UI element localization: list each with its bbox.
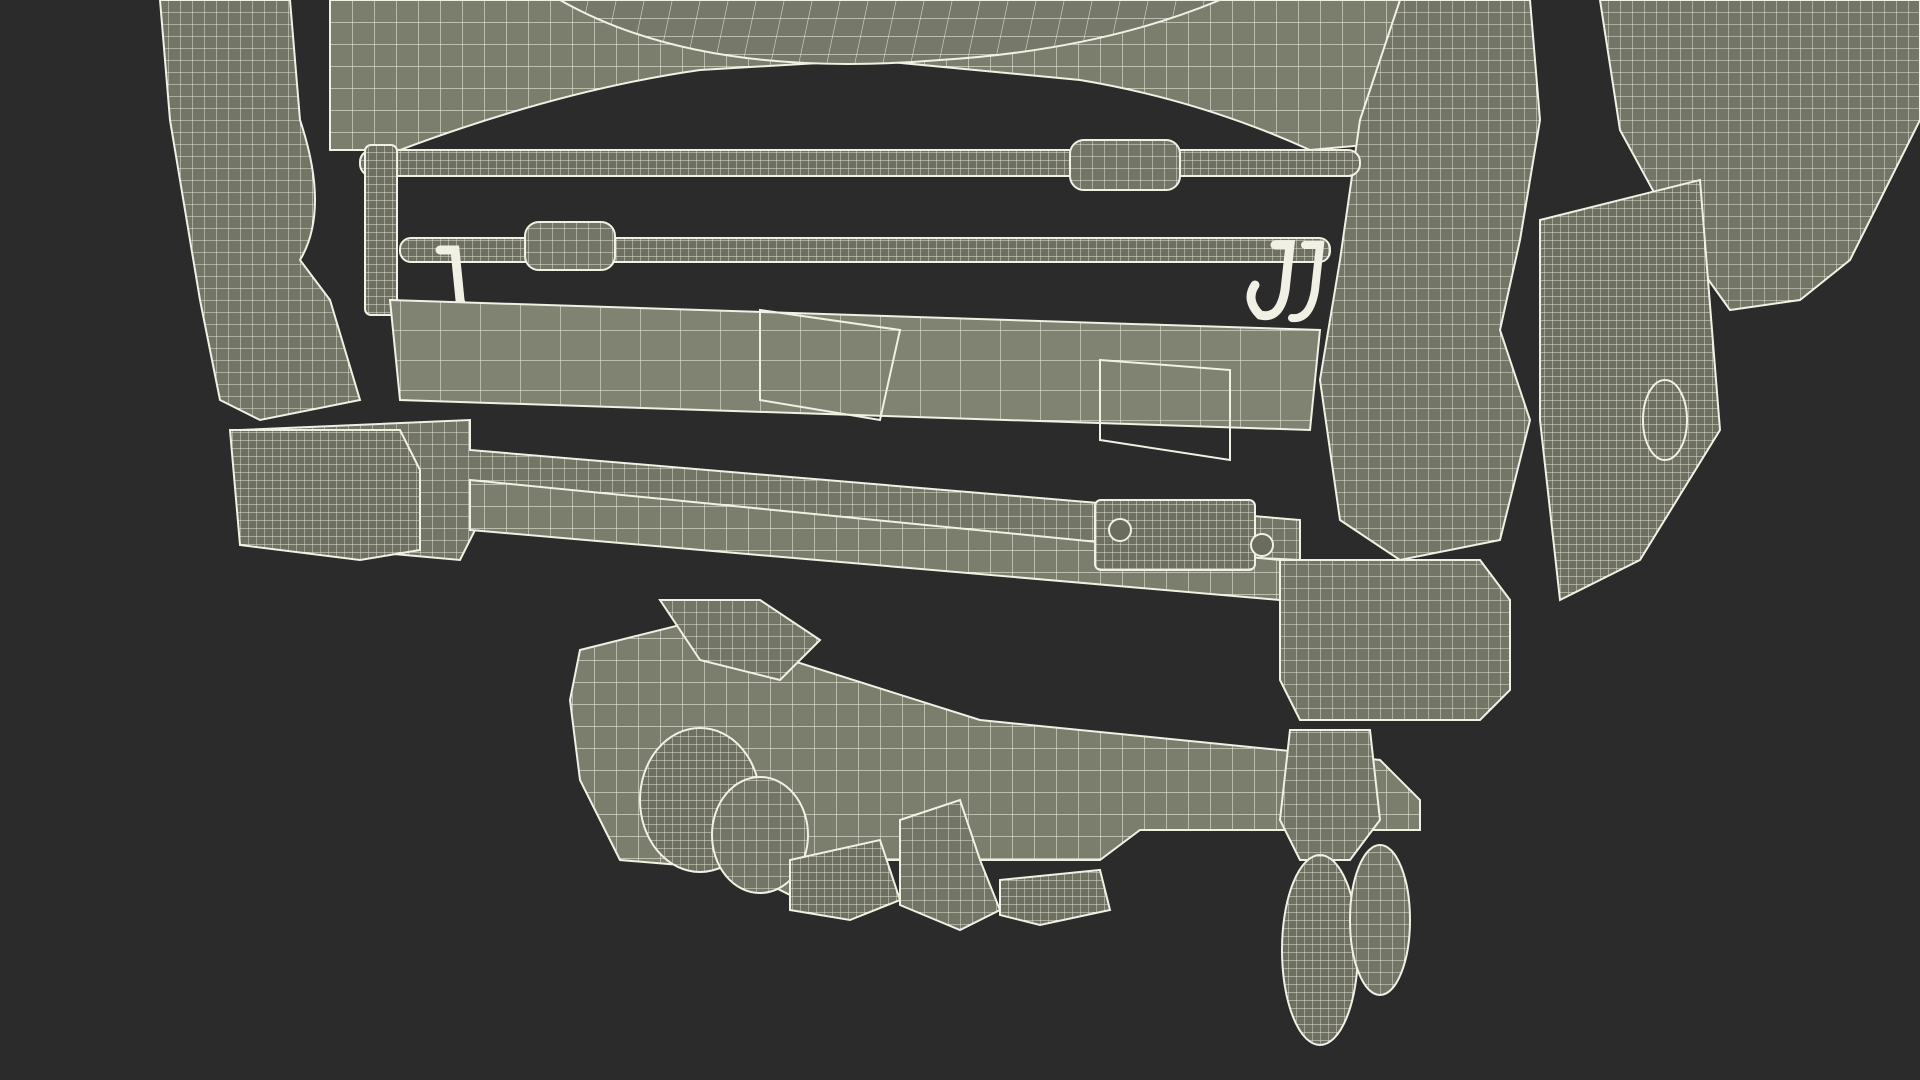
upper-rail-bar	[359, 149, 1361, 177]
render-viewport	[0, 0, 1920, 1080]
vertical-post	[364, 144, 398, 316]
upper-bar-clamp	[1069, 139, 1181, 191]
right-caster-housing	[1278, 729, 1382, 861]
lower-bar-clamp	[524, 221, 616, 271]
caster-wheel-right-icon	[1281, 854, 1359, 1046]
control-knob-left-icon	[1108, 518, 1132, 542]
side-wheel-icon	[1642, 379, 1688, 461]
control-knob-right-icon	[1250, 533, 1274, 557]
wireframe-render-icon	[0, 0, 1920, 1080]
caster-wheel-right-2-icon	[1349, 844, 1411, 996]
base-corner-right	[1279, 559, 1511, 721]
base-frame-corner-left	[228, 429, 421, 562]
